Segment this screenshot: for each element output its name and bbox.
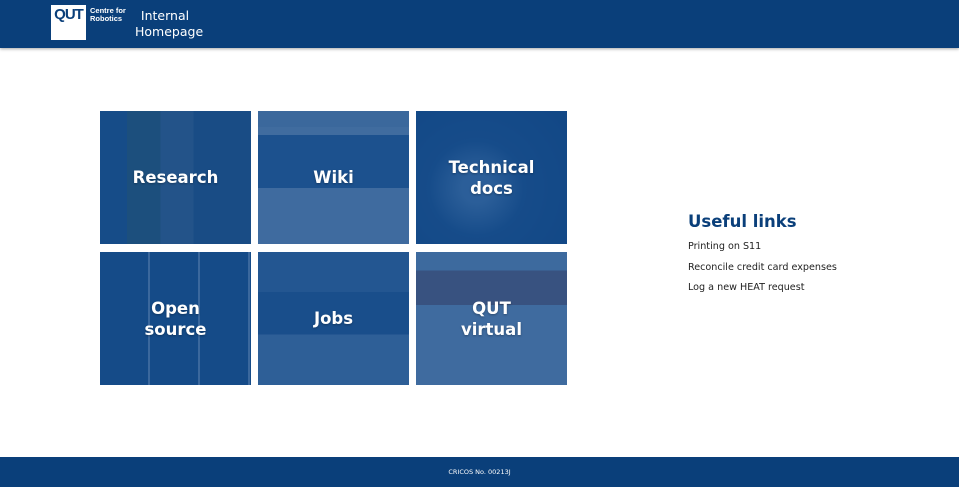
site-title-line2: Homepage — [135, 24, 204, 39]
tile-label-line1: Jobs — [313, 309, 354, 328]
link-printing-s11[interactable]: Printing on S11 — [688, 241, 837, 253]
tile-label: Technical docs — [449, 157, 535, 199]
site-title-line1: Internal — [140, 8, 190, 23]
tile-label: Open source — [144, 298, 206, 340]
tile-label: Research — [133, 167, 219, 188]
logo-mark: QUT — [54, 6, 84, 23]
link-heat-request[interactable]: Log a new HEAT request — [688, 282, 837, 294]
useful-links-panel: Useful links Printing on S11 Reconcile c… — [688, 211, 837, 303]
tile-wiki[interactable]: Wiki — [258, 111, 409, 244]
useful-links-heading: Useful links — [688, 212, 797, 231]
site-title[interactable]: Internal Homepage — [135, 8, 204, 40]
tile-label-line1: Technical — [448, 157, 535, 177]
tile-grid: Research Wiki Technical docs Open source… — [100, 111, 567, 385]
link-reconcile-expenses[interactable]: Reconcile credit card expenses — [688, 262, 837, 274]
tile-technical-docs[interactable]: Technical docs — [416, 111, 567, 244]
tile-label-line2: docs — [470, 178, 513, 198]
tile-label-line2: source — [144, 319, 207, 339]
site-header: QUT Centre for Robotics Internal Homepag… — [0, 0, 959, 48]
tile-label-line2: virtual — [461, 319, 522, 339]
tile-label: Jobs — [314, 308, 353, 329]
tile-open-source[interactable]: Open source — [100, 252, 251, 385]
tile-label: QUT virtual — [461, 298, 522, 340]
tile-qut-virtual[interactable]: QUT virtual — [416, 252, 567, 385]
cricos-text: CRICOS No. 00213J — [448, 468, 511, 476]
site-footer: CRICOS No. 00213J — [0, 457, 959, 487]
tile-research[interactable]: Research — [100, 111, 251, 244]
tile-jobs[interactable]: Jobs — [258, 252, 409, 385]
logo-subtitle-text: Centre for Robotics — [90, 6, 126, 23]
tile-label-line1: Open — [151, 298, 200, 318]
tile-label-line1: QUT — [472, 298, 511, 318]
logo-subtitle: Centre for Robotics — [90, 7, 130, 23]
tile-label: Wiki — [313, 167, 354, 188]
qut-logo[interactable]: QUT — [51, 5, 86, 40]
tile-label-line1: Research — [132, 168, 219, 187]
tile-label-line1: Wiki — [313, 168, 354, 187]
